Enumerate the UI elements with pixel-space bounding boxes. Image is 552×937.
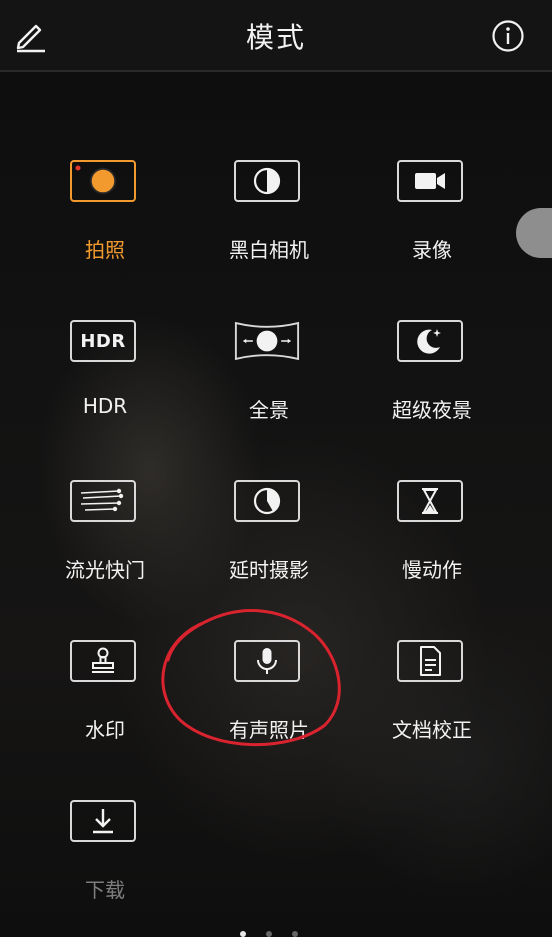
hourglass-icon (422, 488, 438, 514)
mode-slow-motion-label: 慢动作 (402, 558, 462, 582)
mode-hdr-label: HDR (82, 394, 128, 418)
mode-video-tile (397, 160, 463, 202)
mode-document-correction[interactable]: 文档校正 (357, 640, 507, 760)
page-indicator (236, 931, 306, 937)
mode-panorama-label: 全景 (249, 398, 289, 422)
mode-black-white[interactable]: 黑白相机 (194, 160, 344, 280)
mode-light-trail-label: 流光快门 (65, 558, 145, 582)
mode-time-lapse-label: 延时摄影 (229, 558, 309, 582)
page-dot-2[interactable] (266, 931, 272, 937)
mode-document-correction-label: 文档校正 (392, 718, 472, 742)
time-lapse-icon (253, 487, 281, 515)
mode-watermark-label: 水印 (85, 718, 125, 742)
mode-download[interactable]: 下载 (30, 800, 180, 920)
mode-super-night[interactable]: 超级夜景 (357, 320, 507, 440)
mode-photo-label: 拍照 (85, 238, 125, 262)
document-icon (420, 646, 441, 676)
mode-black-white-label: 黑白相机 (229, 238, 309, 262)
mode-hdr-tile: HDR (70, 320, 136, 362)
video-camera-icon (415, 173, 445, 189)
mode-super-night-label: 超级夜景 (392, 398, 472, 422)
mode-download-tile (70, 800, 136, 842)
mode-light-trail[interactable]: 流光快门 (30, 480, 180, 600)
mode-super-night-tile (397, 320, 463, 362)
page-dot-1[interactable] (240, 931, 246, 937)
mode-watermark[interactable]: 水印 (30, 640, 180, 760)
mode-video[interactable]: 录像 (357, 160, 507, 280)
black-white-icon (253, 167, 281, 195)
mode-slow-motion[interactable]: 慢动作 (357, 480, 507, 600)
mode-time-lapse[interactable]: 延时摄影 (194, 480, 344, 600)
mode-grid: 拍照 黑白相机 录像 HDR HDR 全景 超级夜景 流光快门 延时摄影 慢动作… (0, 0, 552, 937)
mode-photo-tile (70, 160, 136, 202)
mode-light-trail-tile (70, 480, 136, 522)
mode-photo[interactable]: 拍照 (30, 160, 180, 280)
mode-panorama[interactable]: 全景 (194, 320, 344, 440)
photo-shutter-icon (75, 165, 117, 195)
panorama-icon (234, 321, 300, 361)
mode-video-label: 录像 (412, 238, 452, 262)
night-moon-icon (417, 329, 441, 354)
mode-hdr[interactable]: HDR HDR (30, 320, 180, 440)
mode-watermark-tile (70, 640, 136, 682)
mode-black-white-tile (234, 160, 300, 202)
hdr-icon: HDR (80, 330, 126, 352)
mode-time-lapse-tile (234, 480, 300, 522)
page-dot-3[interactable] (292, 931, 298, 937)
mode-sound-photo-label: 有声照片 (229, 718, 309, 742)
stamp-icon (92, 647, 114, 673)
mode-document-correction-tile (397, 640, 463, 682)
mode-download-label: 下载 (85, 878, 125, 902)
mode-panorama-tile (234, 320, 300, 362)
mode-sound-photo[interactable]: 有声照片 (194, 640, 344, 760)
light-trail-icon (80, 488, 124, 512)
microphone-icon (257, 648, 277, 674)
mode-sound-photo-tile (234, 640, 300, 682)
mode-slow-motion-tile (397, 480, 463, 522)
download-icon (93, 809, 113, 834)
